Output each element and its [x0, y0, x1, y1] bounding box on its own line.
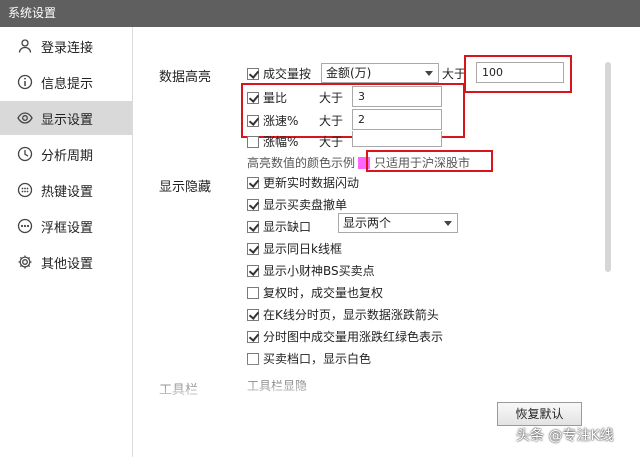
sidebar-item-label: 信息提示 [41, 76, 94, 92]
display-option-label: 更新实时数据闪动 [263, 176, 360, 190]
display-option-checkbox[interactable] [247, 198, 259, 211]
display-option-row: 复权时，成交量也复权 [247, 284, 383, 301]
toolbar-section-label: 工具栏 [159, 383, 199, 398]
display-option-row: 分时图中成交量用涨跌红绿色表示 [247, 328, 443, 345]
display-option-row: 显示同日k线框 [247, 240, 342, 257]
display-option-row: 显示买卖盘撤单 [247, 196, 347, 213]
sidebar-item-login[interactable]: 登录连接 [0, 29, 132, 63]
display-option-label: 显示小财神BS买卖点 [263, 264, 375, 278]
highlight-section-label: 数据高亮 [159, 70, 212, 85]
watermark: 头条 @专注K线 [516, 428, 614, 444]
display-option-checkbox[interactable] [247, 308, 259, 321]
sidebar-item-label: 登录连接 [41, 40, 94, 56]
volume-highlight-row: 成交量按 [247, 65, 311, 82]
display-option-label: 显示同日k线框 [263, 242, 342, 256]
change-label: 涨幅% [263, 135, 299, 149]
display-option-checkbox[interactable] [247, 242, 259, 255]
color-example-label: 高亮数值的颜色示例 [247, 156, 356, 170]
display-option-label: 复权时，成交量也复权 [263, 286, 384, 300]
change-checkbox[interactable] [247, 135, 259, 148]
volume-checkbox[interactable] [247, 67, 259, 80]
sidebar-item-floatbox[interactable]: 浮框设置 [0, 209, 132, 243]
sidebar-item-label: 分析周期 [41, 148, 94, 164]
display-option-label: 显示买卖盘撤单 [263, 198, 348, 212]
sidebar-item-other[interactable]: 其他设置 [0, 245, 132, 279]
sidebar-item-label: 热键设置 [41, 184, 94, 200]
display-option-row: 显示小财神BS买卖点 [247, 262, 375, 279]
volume-unit-select[interactable]: 金额(万) [321, 63, 439, 83]
gap-count-value: 显示两个 [343, 216, 392, 230]
window-title: 系统设置 [0, 0, 640, 27]
display-section-label: 显示隐藏 [159, 180, 212, 195]
display-option-checkbox[interactable] [247, 286, 259, 299]
sidebar-item-info[interactable]: 信息提示 [0, 65, 132, 99]
display-option-label: 在K线分时页，显示数据涨跌箭头 [263, 308, 439, 322]
display-option-checkbox[interactable] [247, 176, 259, 189]
sidebar-item-label: 其他设置 [41, 256, 94, 272]
clock-icon [17, 146, 33, 162]
volume-gt-label: 大于 [442, 67, 467, 81]
toolbar-visibility-label: 工具栏显隐 [247, 379, 308, 393]
sidebar-item-period[interactable]: 分析周期 [0, 137, 132, 171]
user-icon [17, 38, 33, 54]
chevron-down-icon [444, 221, 452, 226]
display-option-checkbox[interactable] [247, 264, 259, 277]
sidebar-item-display[interactable]: 显示设置 [0, 101, 132, 135]
annotation-box-ratio-speed [241, 83, 465, 138]
display-option-row: 买卖档口，显示白色 [247, 350, 371, 367]
display-option-row: 在K线分时页，显示数据涨跌箭头 [247, 306, 439, 323]
volume-label: 成交量按 [263, 67, 312, 81]
display-option-checkbox[interactable] [247, 330, 259, 343]
chevron-down-icon [425, 71, 433, 76]
annotation-box-volume [464, 55, 572, 93]
display-option-checkbox[interactable] [247, 220, 259, 233]
change-highlight-row: 涨幅% [247, 133, 298, 150]
change-threshold-input[interactable] [352, 131, 442, 147]
sidebar-item-label: 浮框设置 [41, 220, 94, 236]
sidebar-item-hotkeys[interactable]: 热键设置 [0, 173, 132, 207]
gap-count-select[interactable]: 显示两个 [338, 213, 458, 233]
dots-icon [17, 218, 33, 234]
restore-default-button[interactable]: 恢复默认 [497, 402, 582, 426]
display-option-label: 买卖档口，显示白色 [263, 352, 372, 366]
eye-icon [17, 110, 33, 126]
change-gt-label: 大于 [319, 135, 344, 149]
volume-unit-value: 金额(万) [326, 66, 372, 80]
display-option-row: 显示缺口 [247, 218, 311, 235]
keyboard-icon [17, 182, 33, 198]
gear-icon [17, 254, 33, 270]
display-option-label: 显示缺口 [263, 220, 312, 234]
display-settings-panel: 数据高亮 成交量按 金额(万) 大于 100 量比 大于 3 涨速% 大于 2 … [134, 27, 640, 457]
display-option-row: 更新实时数据闪动 [247, 174, 359, 191]
settings-sidebar: 登录连接 信息提示 显示设置 分析周期 热键设置 浮框设置 其他设置 [0, 27, 133, 457]
info-icon [17, 74, 33, 90]
sidebar-item-label: 显示设置 [41, 112, 94, 128]
display-option-label: 分时图中成交量用涨跌红绿色表示 [263, 330, 444, 344]
annotation-box-note [366, 150, 493, 172]
vertical-scrollbar[interactable] [605, 62, 611, 272]
display-option-checkbox[interactable] [247, 352, 259, 365]
